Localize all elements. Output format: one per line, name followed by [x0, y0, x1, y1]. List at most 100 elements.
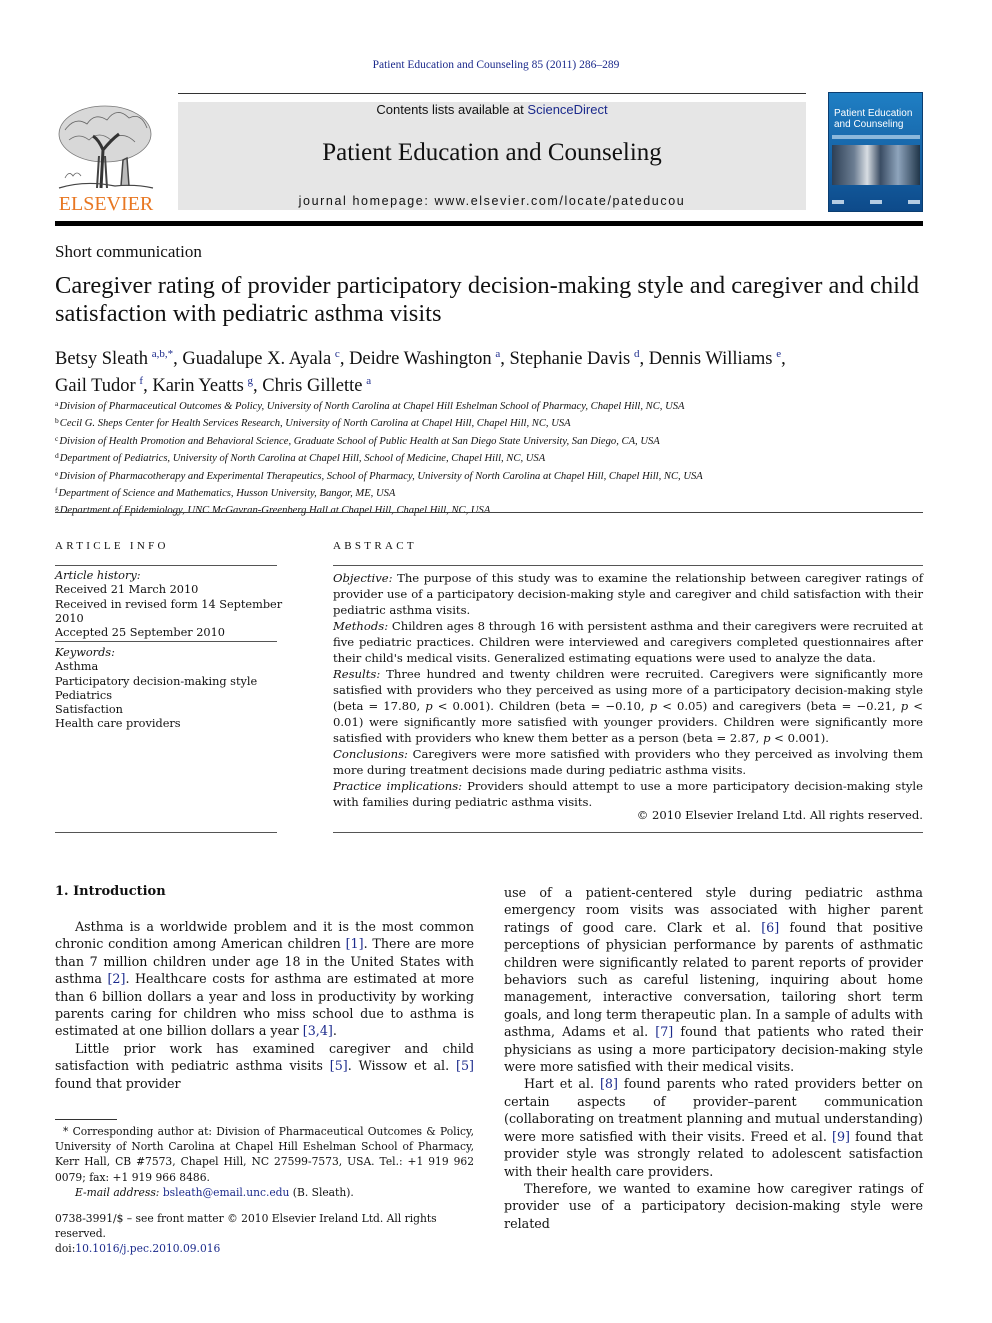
- abstract-section-text: Children ages 8 through 16 with persiste…: [333, 619, 923, 665]
- abstract-section-text: Three hundred and twenty children were r…: [333, 667, 923, 745]
- author-affiliation-marker[interactable]: f: [139, 375, 143, 387]
- abstract-section-label: Conclusions:: [333, 747, 408, 761]
- author-email-link[interactable]: bsleath@email.unc.edu: [163, 1186, 290, 1199]
- doi-link[interactable]: 10.1016/j.pec.2010.09.016: [75, 1242, 220, 1255]
- keyword-item: Asthma: [55, 660, 99, 674]
- abstract-section: Conclusions: Caregivers were more satisf…: [333, 746, 923, 778]
- author-affiliation-marker[interactable]: g: [248, 375, 254, 387]
- citation-link[interactable]: [1]: [346, 936, 364, 951]
- citation-link[interactable]: [8]: [600, 1076, 618, 1091]
- keyword-item: Health care providers: [55, 717, 181, 731]
- author-affiliation-marker[interactable]: a,b,*: [152, 348, 173, 360]
- abstract-section: Objective: The purpose of this study was…: [333, 570, 923, 618]
- front-matter-block: 0738-3991/$ – see front matter © 2010 El…: [55, 1211, 474, 1257]
- citation-link[interactable]: [2]: [107, 971, 125, 986]
- author-name[interactable]: Chris Gillette: [262, 376, 362, 396]
- citation-link[interactable]: [9]: [832, 1129, 850, 1144]
- author-affiliation-marker[interactable]: a: [495, 348, 500, 360]
- citation-link[interactable]: [5]: [330, 1058, 348, 1073]
- affiliation-text: Division of Pharmacotherapy and Experime…: [59, 470, 703, 482]
- author-name[interactable]: Dennis Williams: [649, 349, 773, 369]
- keyword-item: Pediatrics: [55, 688, 113, 702]
- keyword-item: Participatory decision-making style: [55, 674, 258, 688]
- abstract-bottom-rule: [333, 832, 923, 833]
- contents-prefix: Contents lists available at: [376, 102, 528, 117]
- author-name[interactable]: Betsy Sleath: [55, 349, 148, 369]
- article-info-bottom-rule: [55, 832, 277, 833]
- citation-link[interactable]: [3,4]: [303, 1023, 333, 1038]
- affiliation-text: Department of Epidemiology, UNC McGavran…: [59, 505, 491, 517]
- article-info-rule: [55, 565, 277, 566]
- affiliation-key: c: [55, 433, 59, 443]
- affiliation-text: Division of Health Promotion and Behavio…: [59, 435, 660, 447]
- body-paragraph: Hart et al. [8] found parents who rated …: [504, 1076, 923, 1179]
- author-name[interactable]: Karin Yeatts: [152, 376, 243, 396]
- affiliation-item: bCecil G. Sheps Center for Health Servic…: [55, 414, 925, 431]
- affiliation-item: aDivision of Pharmaceutical Outcomes & P…: [55, 397, 925, 414]
- abstract-section: Practice implications: Providers should …: [333, 778, 923, 810]
- abstract-body: Objective: The purpose of this study was…: [333, 570, 923, 810]
- footnote-rule: [55, 1119, 117, 1120]
- author-name[interactable]: Deidre Washington: [349, 349, 492, 369]
- body-paragraph: use of a patient-centered style during p…: [504, 885, 923, 1075]
- citation-link[interactable]: [5]: [456, 1058, 474, 1073]
- history-item: Accepted 25 September 2010: [55, 626, 225, 640]
- author-name[interactable]: Gail Tudor: [55, 376, 136, 396]
- citation-link[interactable]: [7]: [655, 1024, 673, 1039]
- header-divider: [55, 512, 923, 513]
- citation-link[interactable]: [6]: [761, 920, 779, 935]
- corresponding-author-footnote: * Corresponding author at: Division of P…: [55, 1124, 474, 1200]
- author-affiliation-marker[interactable]: c: [335, 348, 340, 360]
- sciencedirect-link[interactable]: ScienceDirect: [527, 102, 607, 117]
- journal-homepage-link[interactable]: journal homepage: www.elsevier.com/locat…: [178, 194, 806, 208]
- article-info-heading: ARTICLE INFO: [55, 540, 169, 552]
- cover-subtitle-band: [832, 135, 920, 139]
- author-affiliation-marker[interactable]: e: [776, 348, 781, 360]
- affiliation-item: eDivision of Pharmacotherapy and Experim…: [55, 467, 925, 484]
- article-type: Short communication: [55, 242, 202, 261]
- body-left-column: Asthma is a worldwide problem and it is …: [55, 918, 474, 1092]
- abstract-section-text: Caregivers were more satisfied with prov…: [333, 747, 923, 777]
- abstract-heading: ABSTRACT: [333, 540, 417, 552]
- author-name[interactable]: Stephanie Davis: [509, 349, 630, 369]
- journal-cover-thumbnail[interactable]: Patient Education and Counseling: [828, 92, 923, 212]
- body-paragraph: Little prior work has examined caregiver…: [55, 1040, 474, 1091]
- abstract-section-label: Methods:: [333, 619, 389, 633]
- history-item: Received in revised form 14 September 20…: [55, 597, 283, 625]
- abstract-section-label: Objective:: [333, 571, 393, 585]
- cover-title-line-1: Patient Education: [834, 108, 913, 119]
- affiliation-key: e: [55, 468, 59, 478]
- abstract-section-text: The purpose of this study was to examine…: [333, 571, 923, 617]
- keywords-label: Keywords:: [55, 646, 115, 659]
- cover-photo-strip: [832, 145, 920, 185]
- author-affiliation-marker[interactable]: a: [366, 375, 371, 387]
- email-suffix: (B. Sleath).: [289, 1185, 354, 1199]
- keyword-item: Satisfaction: [55, 703, 123, 717]
- body-right-column: use of a patient-centered style during p…: [504, 884, 923, 1232]
- abstract-section-label: Results:: [333, 667, 381, 681]
- author-list: Betsy Sleath a,b,*, Guadalupe X. Ayala c…: [55, 348, 786, 396]
- affiliation-item: fDepartment of Science and Mathematics, …: [55, 484, 925, 501]
- running-head-citation[interactable]: Patient Education and Counseling 85 (201…: [0, 59, 992, 71]
- abstract-copyright: © 2010 Elsevier Ireland Ltd. All rights …: [636, 808, 923, 822]
- body-paragraph: Asthma is a worldwide problem and it is …: [55, 919, 474, 1039]
- history-item: Received 21 March 2010: [55, 583, 199, 597]
- affiliation-key: d: [55, 451, 59, 461]
- affiliation-list: aDivision of Pharmaceutical Outcomes & P…: [55, 397, 925, 519]
- article-title: Caregiver rating of provider participato…: [55, 272, 919, 327]
- affiliation-key: b: [55, 416, 59, 426]
- author-affiliation-marker[interactable]: d: [634, 348, 640, 360]
- abstract-section: Results: Three hundred and twenty childr…: [333, 666, 923, 746]
- elsevier-wordmark: ELSEVIER: [58, 193, 154, 215]
- abstract-section: Methods: Children ages 8 through 16 with…: [333, 618, 923, 666]
- keywords-rule: [55, 641, 277, 642]
- affiliation-text: Department of Pediatrics, University of …: [59, 453, 546, 465]
- abstract-section-label: Practice implications:: [333, 779, 463, 793]
- section-heading-introduction: 1. Introduction: [55, 884, 166, 899]
- corresponding-author-text: * Corresponding author at: Division of P…: [55, 1125, 474, 1184]
- affiliation-item: dDepartment of Pediatrics, University of…: [55, 449, 925, 466]
- issn-line: 0738-3991/$ – see front matter © 2010 El…: [55, 1212, 437, 1241]
- author-name[interactable]: Guadalupe X. Ayala: [182, 349, 331, 369]
- affiliation-key: a: [55, 399, 59, 408]
- affiliation-key: f: [55, 486, 58, 496]
